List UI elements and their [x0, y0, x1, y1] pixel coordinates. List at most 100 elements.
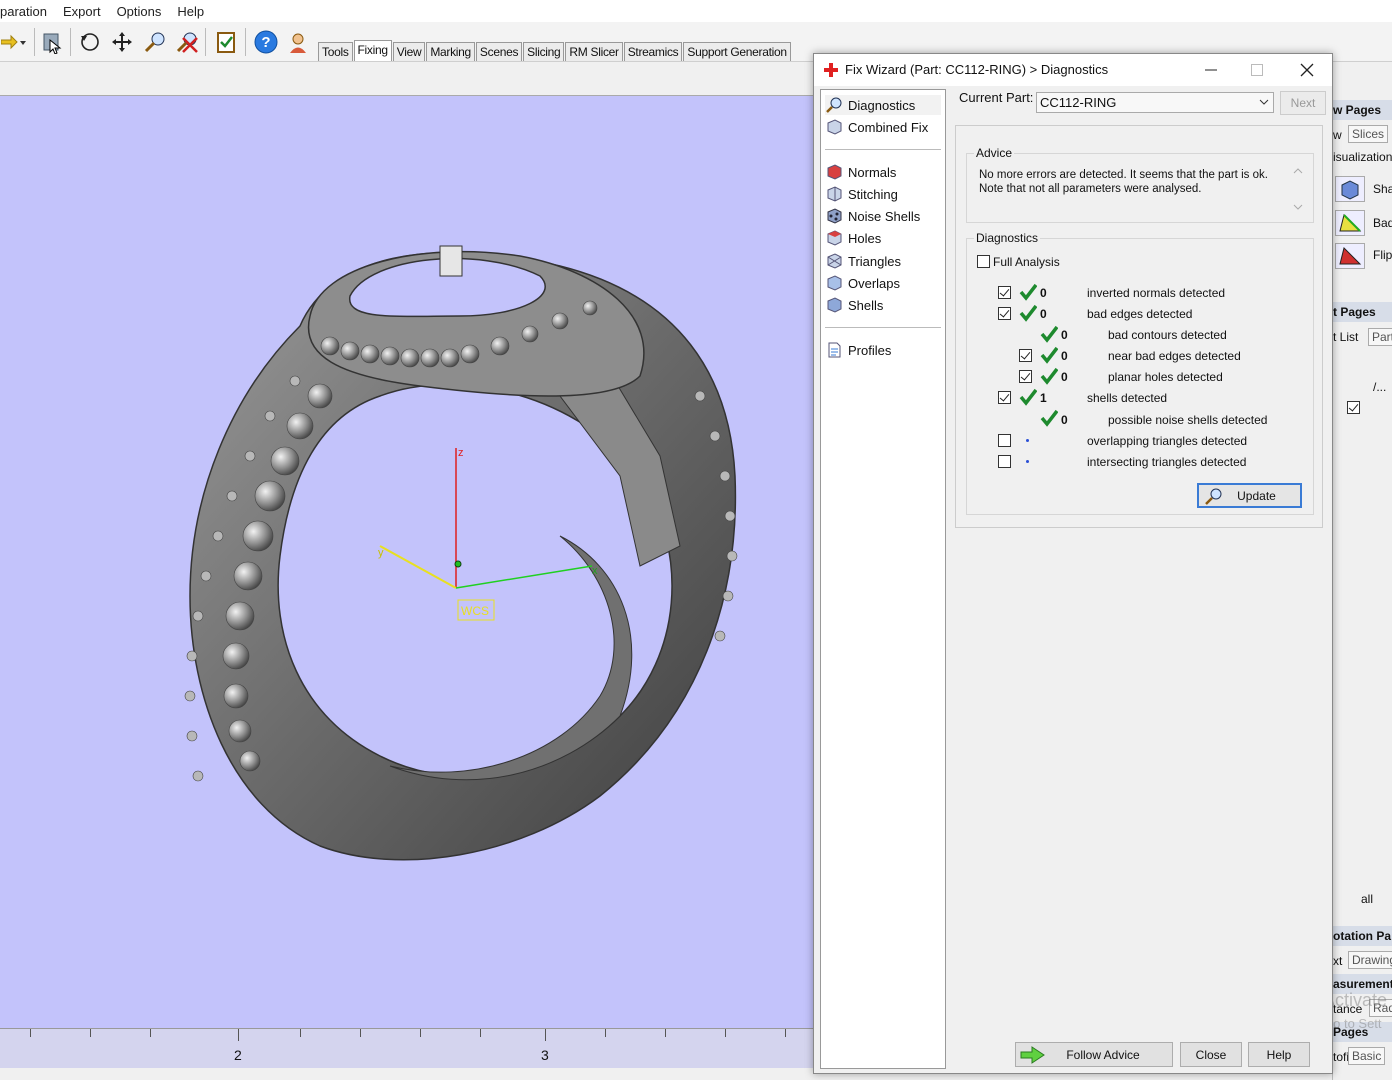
- menu-help[interactable]: Help: [169, 4, 212, 19]
- zoom-cancel-button[interactable]: [173, 28, 201, 56]
- ruler-number-3: 3: [541, 1047, 549, 1063]
- close-button[interactable]: Close: [1180, 1042, 1242, 1067]
- panel-tab-drawing[interactable]: Drawing: [1348, 951, 1392, 969]
- panel-text-text: xt: [1333, 954, 1343, 968]
- 3d-viewport[interactable]: z y x WCS: [0, 96, 814, 1028]
- select-part-icon: [43, 33, 62, 54]
- tab-tools[interactable]: Tools: [318, 42, 353, 61]
- nav-item-profiles[interactable]: Profiles: [825, 340, 891, 360]
- dialog-title: Fix Wizard (Part: CC112-RING) > Diagnost…: [845, 62, 1109, 77]
- panel-tab-basic[interactable]: Basic: [1348, 1047, 1386, 1065]
- pan-button[interactable]: [108, 28, 136, 56]
- shade-button[interactable]: [1335, 176, 1365, 202]
- intersecting-triangles-label: intersecting triangles detected: [1087, 455, 1247, 469]
- bad-edges-count: 0: [1040, 307, 1047, 321]
- menu-options[interactable]: Options: [109, 4, 170, 19]
- dialog-titlebar[interactable]: Fix Wizard (Part: CC112-RING) > Diagnost…: [814, 54, 1332, 86]
- rotate-button[interactable]: [76, 28, 104, 56]
- undo-dropdown-button[interactable]: [0, 28, 30, 56]
- ribbon-tabs: Tools Fixing View Marking Scenes Slicing…: [318, 40, 792, 61]
- cube-icon: [1341, 180, 1359, 200]
- near-bad-edges-checkbox[interactable]: [1019, 349, 1032, 362]
- nav-label-triangles: Triangles: [848, 253, 901, 269]
- nav-item-triangles[interactable]: Triangles: [825, 251, 901, 271]
- advice-scrollbar[interactable]: [1290, 164, 1307, 214]
- tab-support-generation[interactable]: Support Generation: [683, 42, 791, 61]
- noise-shells-label: possible noise shells detected: [1108, 413, 1268, 427]
- fix-wizard-button[interactable]: [212, 28, 240, 56]
- planar-holes-count: 0: [1061, 370, 1068, 384]
- advice-line-1: No more errors are detected. It seems th…: [979, 169, 1268, 181]
- tab-slicing[interactable]: Slicing: [523, 42, 565, 61]
- nav-item-shells[interactable]: Shells: [825, 295, 883, 315]
- advice-line-2: Note that not all parameters were analys…: [979, 183, 1202, 195]
- current-part-select[interactable]: CC112-RING: [1036, 92, 1274, 113]
- tab-fixing[interactable]: Fixing: [353, 40, 392, 61]
- bad-edges-button[interactable]: [1335, 210, 1365, 236]
- panel-header-part-pages[interactable]: t Pages: [1333, 302, 1392, 322]
- clipboard-check-icon: [217, 32, 235, 53]
- menu-preparation[interactable]: paration: [0, 4, 55, 19]
- watermark-line-2: Go to Sett: [1333, 1016, 1382, 1031]
- chevron-down-icon: [1259, 99, 1269, 105]
- panel-header-view-pages[interactable]: w Pages: [1333, 100, 1392, 120]
- follow-advice-label: Follow Advice: [1066, 1047, 1140, 1062]
- full-analysis-label: Full Analysis: [993, 255, 1060, 269]
- next-button[interactable]: Next: [1280, 91, 1326, 115]
- tab-rm-slicer[interactable]: RM Slicer: [565, 42, 623, 61]
- planar-holes-checkbox[interactable]: [1019, 370, 1032, 383]
- panel-header-annotation-pages[interactable]: otation Pa: [1333, 926, 1392, 946]
- close-window-button[interactable]: [1284, 54, 1330, 86]
- nav-label-overlaps: Overlaps: [848, 275, 901, 291]
- minimize-button[interactable]: [1188, 54, 1234, 86]
- help-button[interactable]: ?: [252, 28, 280, 56]
- nav-label-shells: Shells: [848, 297, 884, 313]
- normals-cube-icon: [827, 164, 842, 180]
- panel-text-bad: Bad: [1373, 216, 1392, 230]
- tab-streamics[interactable]: Streamics: [623, 42, 683, 61]
- zoom-icon: [144, 32, 165, 53]
- tab-marking[interactable]: Marking: [426, 42, 475, 61]
- flip-button[interactable]: [1335, 243, 1365, 269]
- maximize-icon: [1251, 64, 1263, 76]
- tab-view[interactable]: View: [392, 42, 426, 61]
- part-visible-checkbox[interactable]: [1347, 401, 1360, 414]
- overlapping-triangles-checkbox[interactable]: [998, 434, 1011, 447]
- nav-item-noise-shells[interactable]: Noise Shells: [825, 206, 920, 226]
- follow-advice-button[interactable]: Follow Advice: [1015, 1042, 1173, 1067]
- panel-text-ellipsis: /...: [1373, 380, 1387, 394]
- bad-edges-checkbox[interactable]: [998, 307, 1011, 320]
- update-button[interactable]: Update: [1197, 483, 1302, 508]
- panel-tab-part[interactable]: Part: [1368, 328, 1392, 346]
- nav-label-normals: Normals: [848, 164, 897, 180]
- maximize-button[interactable]: [1234, 54, 1280, 86]
- help-dialog-button[interactable]: Help: [1248, 1042, 1310, 1067]
- menu-export[interactable]: Export: [55, 4, 109, 19]
- green-arrow-icon: [1020, 1046, 1045, 1064]
- magnifier-icon: [826, 97, 842, 113]
- full-analysis-checkbox[interactable]: [977, 255, 990, 268]
- nav-label-noise-shells: Noise Shells: [848, 208, 921, 224]
- shells-checkbox[interactable]: [998, 391, 1011, 404]
- nav-item-overlaps[interactable]: Overlaps: [825, 273, 900, 293]
- red-cross-icon: [824, 63, 838, 77]
- panel-tab-slices[interactable]: Slices: [1348, 125, 1389, 143]
- menu-bar: paration Export Options Help: [0, 0, 1392, 22]
- fix-wizard-dialog: Fix Wizard (Part: CC112-RING) > Diagnost…: [813, 53, 1333, 1074]
- nav-item-normals[interactable]: Normals: [825, 162, 896, 182]
- assistant-button[interactable]: [284, 28, 312, 56]
- select-part-button[interactable]: [38, 28, 66, 56]
- pan-icon: [112, 32, 132, 52]
- inverted-normals-checkbox[interactable]: [998, 286, 1011, 299]
- nav-item-diagnostics[interactable]: Diagnostics: [825, 95, 941, 115]
- nav-item-combined-fix[interactable]: Combined Fix: [825, 117, 928, 137]
- nav-item-stitching[interactable]: Stitching: [825, 184, 898, 204]
- assistant-icon: [290, 33, 306, 53]
- bad-contours-label: bad contours detected: [1108, 328, 1227, 342]
- shells-label: shells detected: [1087, 391, 1168, 405]
- z-axis-label: z: [458, 447, 464, 459]
- intersecting-triangles-checkbox[interactable]: [998, 455, 1011, 468]
- zoom-button[interactable]: [141, 28, 169, 56]
- nav-item-holes[interactable]: Holes: [825, 228, 881, 248]
- tab-scenes[interactable]: Scenes: [475, 42, 523, 61]
